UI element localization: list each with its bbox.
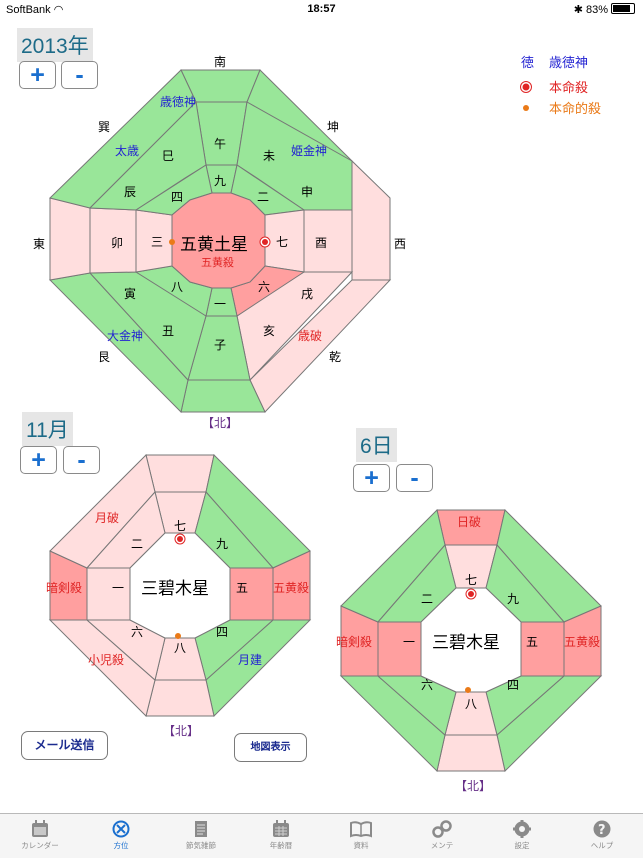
- month-god-shojisatsu: 小児殺: [88, 653, 124, 667]
- day-gua-s: 七: [465, 573, 477, 587]
- tab-direction-label: 方位: [113, 841, 129, 850]
- tab-direction[interactable]: 方位: [81, 814, 161, 858]
- book-icon: [350, 821, 372, 838]
- tab-settings[interactable]: 設定: [482, 814, 562, 858]
- day-gua-sw: 九: [507, 592, 519, 606]
- month-gua-n: 八: [174, 641, 186, 655]
- day-gua-ne: 六: [421, 678, 433, 692]
- day-sector-e-mid: [377, 621, 422, 677]
- month-god-gooosatsu: 五黄殺: [273, 581, 309, 595]
- tab-settings-label: 設定: [514, 841, 530, 850]
- tab-calendar-label: カレンダー: [21, 841, 59, 850]
- month-honmeisatsu-marker-dot: [177, 536, 183, 542]
- day-gua-se: 二: [421, 592, 433, 606]
- day-gua-e: 一: [403, 635, 415, 649]
- tab-maintenance[interactable]: メンテ: [402, 814, 482, 858]
- calendar-grid-icon: [273, 820, 289, 837]
- day-minus-button[interactable]: -: [396, 464, 433, 492]
- tab-maintenance-label: メンテ: [430, 841, 454, 850]
- month-gua-se: 二: [131, 537, 143, 551]
- tab-help[interactable]: ? ヘルプ: [562, 814, 642, 858]
- show-map-button[interactable]: 地図表示: [234, 733, 307, 762]
- month-gua-w: 五: [236, 581, 248, 595]
- day-god-gooosatsu: 五黄殺: [564, 635, 600, 649]
- day-honmeisatsu-marker-dot: [468, 591, 474, 597]
- month-gua-ne: 六: [131, 625, 143, 639]
- day-sector-n-outer: [436, 734, 506, 772]
- month-center-star: 三碧木星: [141, 579, 209, 599]
- day-gua-w: 五: [526, 635, 538, 649]
- day-center-star: 三碧木星: [432, 633, 500, 653]
- tab-sekki[interactable]: 節気雑節: [161, 814, 241, 858]
- gear-icon: [513, 820, 531, 838]
- day-god-ankensatsu: 暗剣殺: [336, 634, 372, 649]
- month-god-gekken: 月建: [238, 653, 262, 667]
- tab-help-label: ヘルプ: [590, 841, 614, 850]
- send-mail-button[interactable]: メール送信: [21, 731, 108, 760]
- month-honmeitekisatsu-marker: [175, 633, 181, 639]
- month-god-ankensatsu: 暗剣殺: [46, 580, 82, 595]
- tab-age-calendar-label: 年齢暦: [269, 841, 293, 850]
- day-gua-nw: 四: [507, 678, 519, 692]
- tab-sekki-label: 節気雑節: [186, 841, 216, 850]
- month-gua-nw: 四: [216, 625, 228, 639]
- month-compass: 三碧木星 七 九 五 四 八 六 一 二 月破 暗剣殺 五黄殺 小児殺 月建 【…: [46, 453, 603, 793]
- month-north-label: 【北】: [163, 724, 199, 738]
- month-sector-n-outer: [145, 679, 215, 717]
- day-plus-button[interactable]: +: [353, 464, 390, 492]
- month-gua-sw: 九: [216, 537, 228, 551]
- svg-text:?: ?: [598, 823, 606, 838]
- month-gua-s: 七: [174, 519, 186, 533]
- month-sector-s-outer: [145, 454, 215, 493]
- tab-calendar[interactable]: カレンダー: [0, 814, 80, 858]
- day-gua-n: 八: [465, 697, 477, 711]
- link-icon: [432, 820, 452, 838]
- tab-age-calendar[interactable]: 年齢暦: [241, 814, 321, 858]
- day-north-label: 【北】: [455, 779, 491, 793]
- tab-materials-label: 資料: [353, 841, 369, 850]
- document-icon: [195, 821, 207, 837]
- tab-materials[interactable]: 資料: [321, 814, 401, 858]
- day-sector-w-mid: [520, 621, 565, 677]
- day-label: 6日: [356, 428, 397, 462]
- compass-x-icon: [112, 820, 130, 838]
- day-honmeitekisatsu-marker: [465, 687, 471, 693]
- day-god-nippa: 日破: [457, 514, 481, 529]
- calendar-icon: [32, 820, 48, 837]
- tab-bar: カレンダー 方位 節気雑節 年齢暦 資料 メンテ 設定 ? ヘルプ: [0, 813, 643, 858]
- question-icon: ?: [593, 820, 611, 838]
- month-gua-e: 一: [112, 581, 124, 595]
- month-god-getsuha: 月破: [95, 510, 119, 525]
